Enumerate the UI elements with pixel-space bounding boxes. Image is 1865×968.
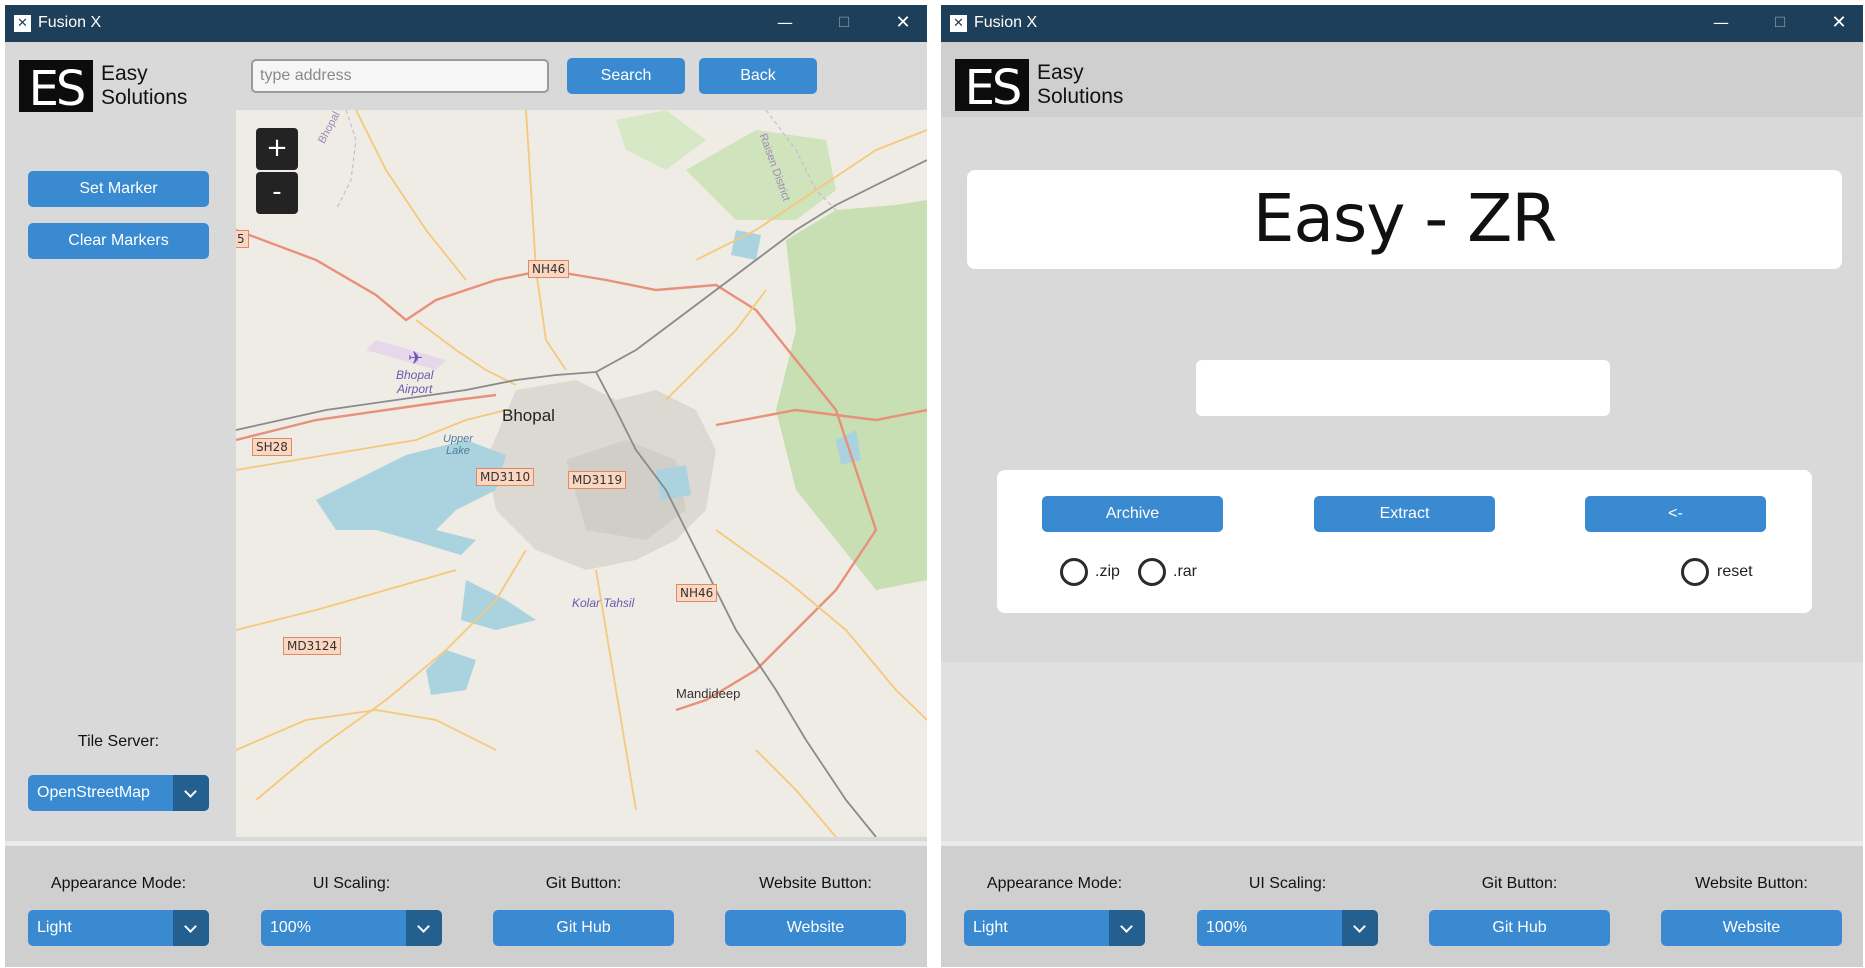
appearance-mode-value: Light: [973, 919, 1008, 936]
appearance-mode-dropdown[interactable]: Light: [964, 910, 1145, 946]
close-icon[interactable]: ✕: [883, 10, 923, 36]
airport-runway: [366, 340, 446, 370]
road-shield-md3110: MD3110: [476, 468, 535, 486]
lake-label-line2: Lake: [446, 445, 470, 457]
title-bar[interactable]: ✕ Fusion X — ☐ ✕: [5, 5, 927, 42]
git-button-label: Git Button:: [545, 875, 622, 892]
website-button[interactable]: Website: [1661, 910, 1842, 946]
maximize-icon[interactable]: ☐: [1760, 10, 1800, 36]
tile-server-label: Tile Server:: [77, 733, 160, 750]
logo-text-line1: Easy: [101, 62, 148, 85]
chevron-down-icon[interactable]: [173, 775, 209, 811]
logo-mark: ES: [955, 59, 1029, 115]
road-shield-md3124: MD3124: [283, 637, 342, 655]
git-hub-button[interactable]: Git Hub: [493, 910, 674, 946]
logo-text-line2: Solutions: [1037, 85, 1124, 108]
website-button[interactable]: Website: [725, 910, 906, 946]
actions-panel: Archive Extract <- .zip .rar reset: [997, 470, 1812, 613]
road-shield-edge: 5: [236, 230, 249, 248]
clear-markers-button[interactable]: Clear Markers: [28, 223, 209, 259]
airport-label-line1: Bhopal: [396, 368, 434, 382]
tehsil-label: Kolar Tahsil: [572, 596, 635, 610]
kolar-reservoir: [426, 650, 476, 695]
app-icon: ✕: [950, 15, 967, 32]
path-entry[interactable]: [1196, 360, 1610, 416]
chevron-down-icon[interactable]: [173, 910, 209, 946]
lake-label-line1: Upper: [443, 433, 473, 445]
archiver-window: ✕ Fusion X — ☐ ✕ ES Easy Solutions Easy …: [941, 5, 1863, 967]
rar-radio[interactable]: [1138, 558, 1166, 586]
tile-server-value: OpenStreetMap: [37, 784, 150, 801]
settings-bar: Appearance Mode: UI Scaling: Git Button:…: [941, 841, 1863, 967]
road-shield-nh46-bottom: NH46: [676, 584, 718, 602]
empty-area: [941, 662, 1863, 841]
window-title: Fusion X: [974, 14, 1038, 31]
website-button-label: Website Button:: [1695, 875, 1808, 892]
rar-radio-label: .rar: [1173, 563, 1197, 580]
road-shield-md3119: MD3119: [568, 471, 627, 489]
ui-scaling-label: UI Scaling:: [312, 875, 391, 892]
road-shield-nh46-top: NH46: [528, 260, 570, 278]
archive-button[interactable]: Archive: [1042, 496, 1223, 532]
extract-button[interactable]: Extract: [1314, 496, 1495, 532]
city-label: Bhopal: [502, 406, 555, 425]
app-title-card: Easy - ZR: [967, 170, 1842, 269]
zip-radio[interactable]: [1060, 558, 1088, 586]
back-arrow-button[interactable]: <-: [1585, 496, 1766, 532]
app-title: Easy - ZR: [1252, 180, 1557, 257]
reset-radio-label: reset: [1717, 563, 1753, 580]
title-bar[interactable]: ✕ Fusion X — ☐ ✕: [941, 5, 1863, 42]
ui-scaling-value: 100%: [1206, 919, 1247, 936]
tile-server-dropdown[interactable]: OpenStreetMap: [28, 775, 209, 811]
map-window: ✕ Fusion X — ☐ ✕ ES Easy Solutions Searc…: [5, 5, 927, 967]
ui-scaling-dropdown[interactable]: 100%: [1197, 910, 1378, 946]
appearance-mode-value: Light: [37, 919, 72, 936]
forest-area-east: [776, 200, 927, 590]
appearance-mode-label: Appearance Mode:: [50, 875, 187, 892]
forest-area-north2: [616, 110, 706, 170]
map-view[interactable]: + - ✈ Bhopal Airport Bhopal Upper Lake K…: [236, 110, 927, 837]
website-button-label: Website Button:: [759, 875, 872, 892]
app-icon: ✕: [14, 15, 31, 32]
zoom-in-button[interactable]: +: [256, 128, 298, 170]
ui-scaling-label: UI Scaling:: [1248, 875, 1327, 892]
logo-mark: ES: [19, 60, 93, 116]
maximize-icon[interactable]: ☐: [824, 10, 864, 36]
address-input[interactable]: [251, 59, 549, 93]
zoom-out-button[interactable]: -: [256, 172, 298, 214]
logo-text-line2: Solutions: [101, 86, 188, 109]
settings-bar: Appearance Mode: UI Scaling: Git Button:…: [5, 841, 927, 967]
appearance-mode-label: Appearance Mode:: [986, 875, 1123, 892]
reset-radio[interactable]: [1681, 558, 1709, 586]
chevron-down-icon[interactable]: [406, 910, 442, 946]
back-button[interactable]: Back: [699, 58, 817, 94]
chevron-down-icon[interactable]: [1342, 910, 1378, 946]
minimize-icon[interactable]: —: [765, 10, 805, 36]
git-hub-button[interactable]: Git Hub: [1429, 910, 1610, 946]
appearance-mode-dropdown[interactable]: Light: [28, 910, 209, 946]
airplane-icon: ✈: [408, 348, 424, 368]
minimize-icon[interactable]: —: [1701, 10, 1741, 36]
window-title: Fusion X: [38, 14, 102, 31]
zip-radio-label: .zip: [1095, 563, 1120, 580]
search-button[interactable]: Search: [567, 58, 685, 94]
airport-label-line2: Airport: [397, 382, 433, 396]
ui-scaling-value: 100%: [270, 919, 311, 936]
chevron-down-icon[interactable]: [1109, 910, 1145, 946]
ui-scaling-dropdown[interactable]: 100%: [261, 910, 442, 946]
close-icon[interactable]: ✕: [1819, 10, 1859, 36]
git-button-label: Git Button:: [1481, 875, 1558, 892]
town-label: Mandideep: [676, 686, 741, 701]
logo-text-line1: Easy: [1037, 61, 1084, 84]
road-shield-sh28: SH28: [252, 438, 292, 456]
set-marker-button[interactable]: Set Marker: [28, 171, 209, 207]
upper-lake: [316, 440, 506, 555]
